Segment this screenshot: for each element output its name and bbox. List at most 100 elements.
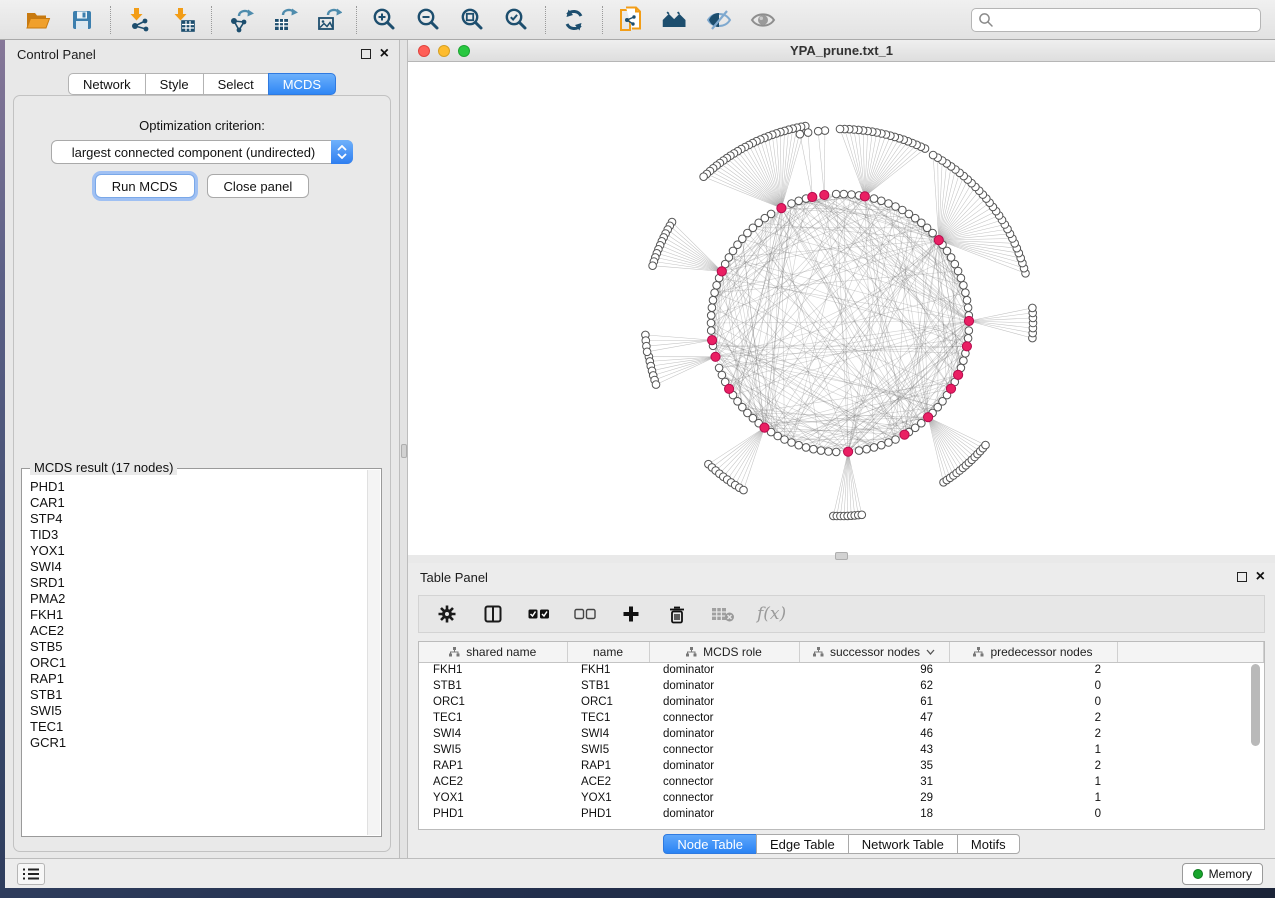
criterion-select[interactable]: largest connected component (undirected) (51, 140, 353, 164)
mcds-result-item[interactable]: ORC1 (30, 655, 367, 671)
mcds-result-item[interactable]: SWI5 (30, 703, 367, 719)
control-panel: Control Panel × Network Style Select MCD… (5, 40, 400, 858)
table-row[interactable]: ACE2ACE2connector311 (419, 774, 1264, 790)
table-row[interactable]: PHD1PHD1dominator180 (419, 806, 1264, 822)
clone-network-icon[interactable] (617, 6, 645, 34)
table-row[interactable]: YOX1YOX1connector291 (419, 790, 1264, 806)
mcds-result-item[interactable]: CAR1 (30, 495, 367, 511)
mcds-result-item[interactable]: STP4 (30, 511, 367, 527)
refresh-icon[interactable] (560, 6, 588, 34)
mcds-result-item[interactable]: PHD1 (30, 479, 367, 495)
float-window-icon[interactable] (1237, 572, 1247, 582)
zoom-fit-icon[interactable] (459, 6, 487, 34)
sort-chevron-icon (926, 649, 935, 655)
node-table[interactable]: shared name name MCDS role successor nod… (419, 642, 1264, 822)
mcds-result-item[interactable]: SWI4 (30, 559, 367, 575)
tab-motifs[interactable]: Motifs (957, 834, 1020, 854)
zoom-selected-icon[interactable] (503, 6, 531, 34)
add-column-icon[interactable] (619, 602, 643, 626)
float-window-icon[interactable] (361, 49, 371, 59)
memory-label: Memory (1209, 867, 1252, 881)
select-all-icon[interactable] (527, 602, 551, 626)
table-panel-titlebar: Table Panel × (408, 563, 1275, 591)
splitter-grip[interactable] (401, 444, 407, 458)
mcds-result-item[interactable]: YOX1 (30, 543, 367, 559)
mcds-result-item[interactable]: STB5 (30, 639, 367, 655)
show-details-icon[interactable] (749, 6, 777, 34)
network-window-titlebar: YPA_prune.txt_1 (408, 40, 1275, 62)
table-row[interactable]: FKH1FKH1dominator962 (419, 662, 1264, 678)
mcds-result-item[interactable]: TEC1 (30, 719, 367, 735)
list-icon (22, 867, 40, 881)
table-row[interactable]: ORC1ORC1dominator610 (419, 694, 1264, 710)
status-bar: Memory (5, 858, 1275, 888)
mcds-result-item[interactable]: GCR1 (30, 735, 367, 751)
save-session-icon[interactable] (68, 6, 96, 34)
run-mcds-button[interactable]: Run MCDS (95, 174, 195, 198)
export-network-icon[interactable] (226, 6, 254, 34)
export-table-icon[interactable] (270, 6, 298, 34)
vertical-splitter[interactable] (400, 40, 408, 858)
table-row[interactable]: SWI5SWI5connector431 (419, 742, 1264, 758)
control-panel-titlebar: Control Panel × (5, 40, 399, 68)
mcds-result-group: MCDS result (17 nodes) PHD1CAR1STP4TID3Y… (21, 468, 382, 837)
horizontal-splitter[interactable] (408, 555, 1275, 563)
delete-table-icon (711, 602, 735, 626)
optimization-criterion-label: Optimization criterion: (14, 118, 390, 133)
control-panel-tabs: Network Style Select MCDS (68, 73, 336, 95)
settings-gear-icon[interactable] (435, 602, 459, 626)
mcds-result-item[interactable]: RAP1 (30, 671, 367, 687)
tab-mcds[interactable]: MCDS (268, 73, 336, 95)
tab-style[interactable]: Style (145, 73, 204, 95)
table-row[interactable]: SWI4SWI4dominator462 (419, 726, 1264, 742)
zoom-out-icon[interactable] (415, 6, 443, 34)
mcds-result-title: MCDS result (17 nodes) (30, 460, 177, 475)
mcds-tab-panel: Optimization criterion: largest connecte… (13, 95, 391, 852)
table-scrollbar-thumb[interactable] (1251, 664, 1260, 746)
table-row[interactable]: TEC1TEC1connector472 (419, 710, 1264, 726)
close-panel-icon[interactable]: × (380, 49, 389, 59)
zoom-in-icon[interactable] (371, 6, 399, 34)
network-canvas[interactable] (408, 62, 1275, 555)
main-toolbar (0, 0, 1275, 40)
mcds-result-item[interactable]: ACE2 (30, 623, 367, 639)
network-overview-icon[interactable] (661, 6, 689, 34)
export-image-icon[interactable] (314, 6, 342, 34)
search-field-wrap (971, 8, 1261, 32)
close-panel-button[interactable]: Close panel (207, 174, 310, 198)
mcds-result-list[interactable]: PHD1CAR1STP4TID3YOX1SWI4SRD1PMA2FKH1ACE2… (30, 479, 367, 834)
table-tabs: Node Table Edge Table Network Table Moti… (408, 834, 1275, 854)
search-input[interactable] (971, 8, 1261, 32)
table-row[interactable]: STB1STB1dominator620 (419, 678, 1264, 694)
select-stepper-icon (331, 140, 353, 164)
splitter-grip[interactable] (835, 552, 848, 560)
memory-button[interactable]: Memory (1182, 863, 1263, 885)
table-header-row[interactable]: shared name name MCDS role successor nod… (419, 642, 1264, 662)
mcds-result-item[interactable]: TID3 (30, 527, 367, 543)
import-table-icon[interactable] (169, 6, 197, 34)
hide-details-icon[interactable] (705, 6, 733, 34)
tab-network-table[interactable]: Network Table (848, 834, 958, 854)
node-table-wrap: shared name name MCDS role successor nod… (418, 641, 1265, 830)
search-icon (978, 12, 994, 31)
tab-edge-table[interactable]: Edge Table (756, 834, 849, 854)
mcds-result-item[interactable]: FKH1 (30, 607, 367, 623)
mcds-result-item[interactable]: SRD1 (30, 575, 367, 591)
table-scrollbar[interactable] (1250, 664, 1262, 827)
table-row[interactable]: RAP1RAP1dominator352 (419, 758, 1264, 774)
mcds-result-item[interactable]: PMA2 (30, 591, 367, 607)
mcds-result-scrollbar[interactable] (367, 470, 380, 835)
delete-column-icon[interactable] (665, 602, 689, 626)
import-network-icon[interactable] (125, 6, 153, 34)
deselect-all-icon[interactable] (573, 602, 597, 626)
open-file-icon[interactable] (24, 6, 52, 34)
table-panel-title: Table Panel (420, 570, 488, 585)
tab-node-table[interactable]: Node Table (663, 834, 757, 854)
tab-network[interactable]: Network (68, 73, 146, 95)
task-history-button[interactable] (17, 863, 45, 885)
network-graph[interactable] (408, 62, 1275, 555)
tab-select[interactable]: Select (203, 73, 269, 95)
split-panel-icon[interactable] (481, 602, 505, 626)
mcds-result-item[interactable]: STB1 (30, 687, 367, 703)
close-panel-icon[interactable]: × (1256, 572, 1265, 582)
